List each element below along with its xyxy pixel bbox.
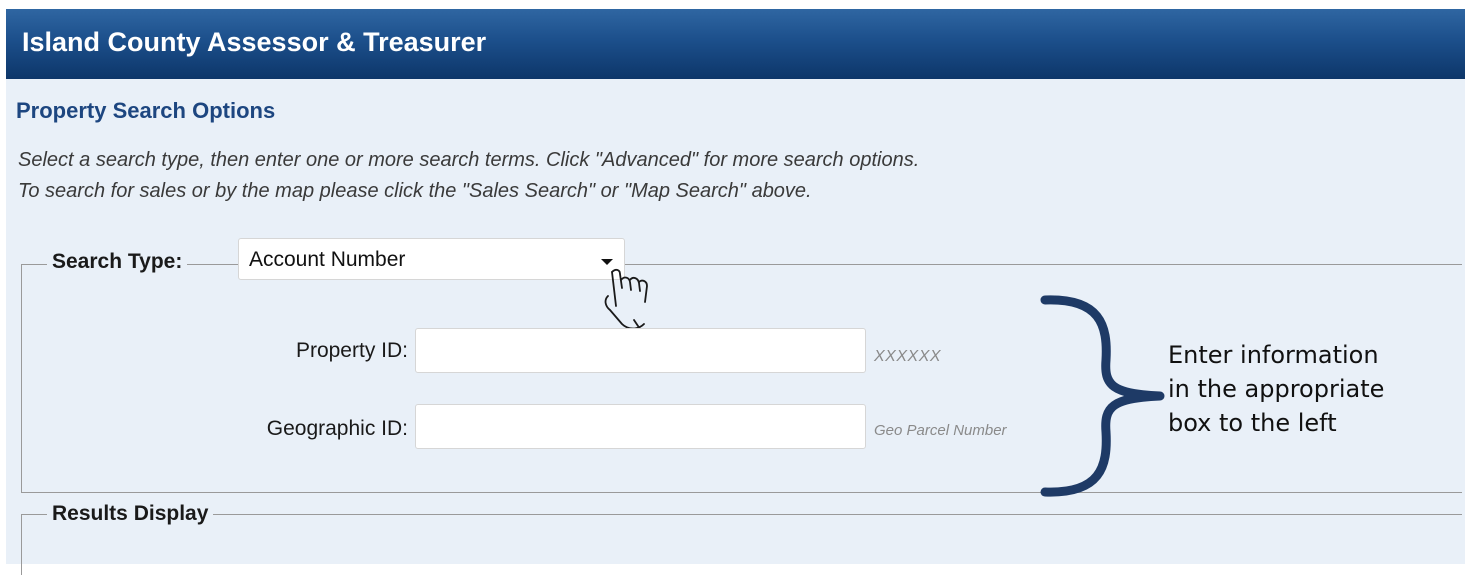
curly-brace-icon <box>1040 295 1165 497</box>
annotation-callout: Enter information in the appropriate box… <box>1168 338 1384 440</box>
header-bar: Island County Assessor & Treasurer <box>6 9 1465 79</box>
instructions: Select a search type, then enter one or … <box>18 145 919 207</box>
property-id-input[interactable] <box>415 328 866 373</box>
geographic-id-label: Geographic ID: <box>266 417 408 440</box>
annotation-line: Enter information <box>1168 341 1379 369</box>
search-type-select[interactable]: Account Number <box>238 238 625 280</box>
app-title: Island County Assessor & Treasurer <box>22 27 487 57</box>
instruction-line: Select a search type, then enter one or … <box>18 149 920 171</box>
property-id-label: Property ID: <box>295 339 408 362</box>
section-title: Property Search Options <box>16 98 276 123</box>
search-type-value: Account Number <box>249 248 406 271</box>
search-type-label: Search Type: <box>47 250 188 274</box>
geographic-id-input[interactable] <box>415 404 866 449</box>
annotation-line: in the appropriate <box>1168 375 1385 403</box>
annotation-line: box to the left <box>1168 409 1337 437</box>
results-display-label: Results Display <box>47 502 214 526</box>
property-id-hint: XXXXXX <box>874 348 942 365</box>
instruction-line: To search for sales or by the map please… <box>18 180 812 202</box>
geographic-id-hint: Geo Parcel Number <box>874 422 1007 439</box>
results-fieldset <box>21 514 1462 575</box>
hand-pointer-icon <box>604 268 648 333</box>
